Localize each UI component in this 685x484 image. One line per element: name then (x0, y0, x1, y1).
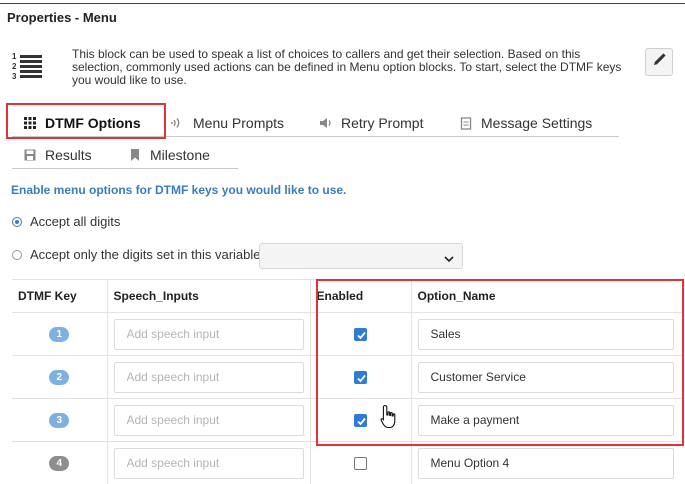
options-highlight (316, 279, 684, 446)
pencil-icon (652, 52, 666, 72)
bookmark-icon (128, 148, 142, 162)
document-icon (459, 116, 473, 130)
enabled-checkbox[interactable] (354, 457, 367, 471)
dtmf-key-badge: 3 (49, 413, 70, 428)
col-header-speech-inputs: Speech_Inputs (106, 279, 310, 313)
option-name-input[interactable] (417, 447, 674, 479)
dtmf-tab-highlight (6, 103, 166, 139)
radio-button[interactable] (12, 216, 22, 227)
radio-button[interactable] (12, 249, 22, 260)
tab-milestone[interactable]: Milestone (128, 142, 210, 168)
radio-accept-variable[interactable]: Accept only the digits set in this varia… (12, 247, 264, 262)
panel-title: Properties - Menu (7, 10, 117, 25)
radio-label: Accept all digits (30, 214, 121, 229)
dtmf-key-badge: 4 (49, 456, 70, 471)
speech-input[interactable] (113, 361, 304, 393)
chevron-down-icon (444, 251, 454, 269)
tab-label: Milestone (150, 147, 210, 163)
speaker-waves-icon (171, 116, 185, 130)
dtmf-key-badge: 1 (49, 327, 70, 342)
svg-text:2: 2 (12, 62, 17, 71)
hand-cursor-icon (380, 404, 398, 435)
tab-row-divider (12, 168, 238, 169)
radio-label: Accept only the digits set in this varia… (30, 247, 265, 262)
speech-input[interactable] (113, 318, 304, 350)
tab-retry-prompt[interactable]: Retry Prompt (319, 110, 423, 136)
dtmf-key-badge: 2 (49, 370, 70, 385)
volume-icon (319, 116, 333, 130)
tab-label: Results (45, 147, 92, 163)
tab-label: Retry Prompt (341, 115, 424, 131)
svg-text:1: 1 (12, 52, 17, 61)
tab-results[interactable]: Results (23, 142, 92, 168)
save-icon (23, 148, 37, 162)
speech-input[interactable] (113, 404, 304, 436)
edit-button[interactable] (645, 48, 673, 76)
variable-select[interactable] (259, 243, 463, 269)
tab-menu-prompts[interactable]: Menu Prompts (171, 110, 284, 136)
info-text: Enable menu options for DTMF keys you wo… (11, 183, 347, 197)
title-rule (0, 3, 685, 4)
col-header-dtmf-key: DTMF Key (12, 279, 107, 313)
svg-text:3: 3 (12, 72, 17, 81)
tab-label: Menu Prompts (193, 115, 285, 131)
tab-label: Message Settings (481, 115, 593, 131)
table-row: 4 (12, 441, 683, 484)
speech-input[interactable] (113, 447, 304, 479)
numbered-list-icon: 1 2 3 (12, 50, 44, 82)
tab-message-settings[interactable]: Message Settings (459, 110, 592, 136)
radio-accept-all[interactable]: Accept all digits (12, 214, 120, 229)
block-description: This block can be used to speak a list o… (72, 47, 622, 87)
